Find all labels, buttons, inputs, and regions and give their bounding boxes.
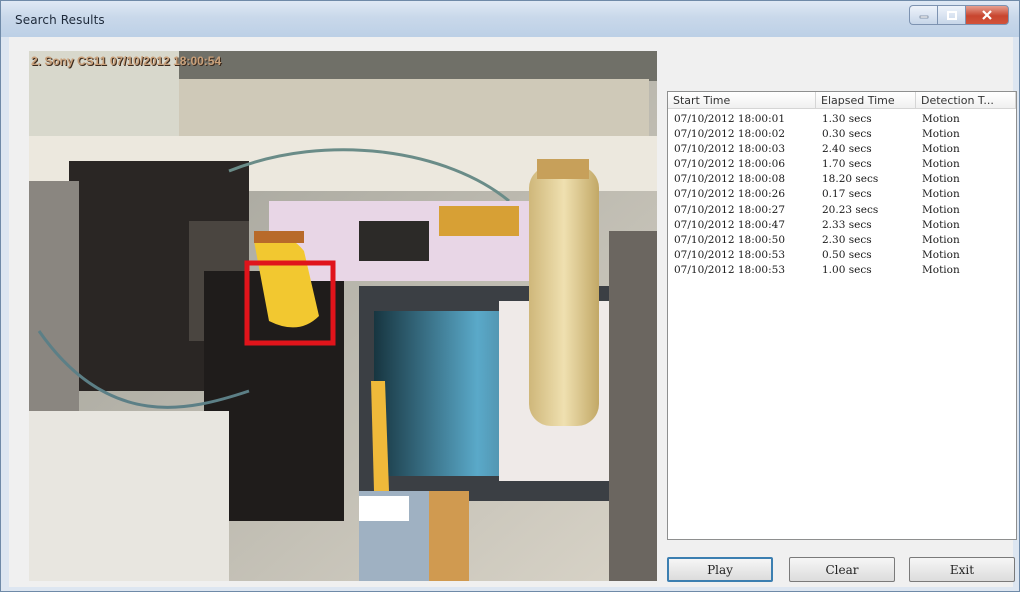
camera-overlay-label: 2. Sony CS11 07/10/2012 18:00:54 <box>31 54 222 68</box>
column-header-detection-type[interactable]: Detection T... <box>916 92 1016 108</box>
exit-button[interactable]: Exit <box>909 557 1015 582</box>
detection-type-cell: Motion <box>922 218 960 231</box>
results-rows: 07/10/2012 18:00:01 1.30 secs Motion 07/10… <box>668 109 1016 279</box>
detection-type-cell: Motion <box>922 188 960 201</box>
list-item[interactable]: 07/10/2012 18:00:03 2.40 secs Motion <box>668 143 1016 158</box>
detection-type-cell: Motion <box>922 143 960 156</box>
list-item[interactable]: 07/10/2012 18:00:26 0.17 secs Motion <box>668 188 1016 203</box>
results-list[interactable]: Start Time Elapsed Time Detection T... 0… <box>667 91 1017 540</box>
list-item[interactable]: 07/10/2012 18:00:53 0.50 secs Motion <box>668 249 1016 264</box>
elapsed-time-cell: 0.30 secs <box>822 128 872 141</box>
start-time-cell: 07/10/2012 18:00:26 <box>674 188 786 201</box>
window-title: Search Results <box>15 13 105 27</box>
start-time-cell: 07/10/2012 18:00:08 <box>674 173 786 186</box>
play-button[interactable]: Play <box>667 557 773 582</box>
detection-type-cell: Motion <box>922 128 960 141</box>
title-bar[interactable]: Search Results <box>1 1 1019 37</box>
column-header-start-time[interactable]: Start Time <box>668 92 816 108</box>
detection-type-cell: Motion <box>922 248 960 261</box>
elapsed-time-cell: 2.30 secs <box>822 233 872 246</box>
maximize-button[interactable] <box>937 5 965 25</box>
maximize-icon <box>946 10 957 20</box>
list-item[interactable]: 07/10/2012 18:00:27 20.23 secs Motion <box>668 204 1016 219</box>
detection-type-cell: Motion <box>922 173 960 186</box>
start-time-cell: 07/10/2012 18:00:50 <box>674 233 786 246</box>
window-controls <box>909 5 1009 25</box>
detection-type-cell: Motion <box>922 113 960 125</box>
camera-frame-image <box>29 51 657 581</box>
start-time-cell: 07/10/2012 18:00:27 <box>674 203 786 216</box>
start-time-cell: 07/10/2012 18:00:02 <box>674 128 786 141</box>
close-icon <box>982 10 992 20</box>
minimize-button[interactable] <box>909 5 937 25</box>
elapsed-time-cell: 2.40 secs <box>822 143 872 156</box>
start-time-cell: 07/10/2012 18:00:06 <box>674 158 786 171</box>
detection-type-cell: Motion <box>922 158 960 171</box>
start-time-cell: 07/10/2012 18:00:53 <box>674 248 786 261</box>
clear-button[interactable]: Clear <box>789 557 895 582</box>
list-item[interactable]: 07/10/2012 18:00:53 1.00 secs Motion <box>668 264 1016 279</box>
video-playback-frame[interactable]: 2. Sony CS11 07/10/2012 18:00:54 <box>29 51 657 581</box>
elapsed-time-cell: 20.23 secs <box>822 203 879 216</box>
elapsed-time-cell: 0.50 secs <box>822 248 872 261</box>
start-time-cell: 07/10/2012 18:00:53 <box>674 263 786 276</box>
elapsed-time-cell: 1.00 secs <box>822 263 872 276</box>
elapsed-time-cell: 0.17 secs <box>822 188 872 201</box>
close-button[interactable] <box>965 5 1009 25</box>
minimize-icon <box>919 15 928 19</box>
start-time-cell: 07/10/2012 18:00:01 <box>674 113 786 125</box>
elapsed-time-cell: 18.20 secs <box>822 173 879 186</box>
column-header-elapsed-time[interactable]: Elapsed Time <box>816 92 916 108</box>
elapsed-time-cell: 1.30 secs <box>822 113 872 125</box>
list-item[interactable]: 07/10/2012 18:00:02 0.30 secs Motion <box>668 128 1016 143</box>
list-item[interactable]: 07/10/2012 18:00:50 2.30 secs Motion <box>668 234 1016 249</box>
detection-type-cell: Motion <box>922 203 960 216</box>
detection-type-cell: Motion <box>922 233 960 246</box>
client-area: 2. Sony CS11 07/10/2012 18:00:54 Start T… <box>9 37 1017 587</box>
elapsed-time-cell: 2.33 secs <box>822 218 872 231</box>
start-time-cell: 07/10/2012 18:00:03 <box>674 143 786 156</box>
list-item[interactable]: 07/10/2012 18:00:06 1.70 secs Motion <box>668 158 1016 173</box>
list-item[interactable]: 07/10/2012 18:00:47 2.33 secs Motion <box>668 219 1016 234</box>
search-results-window: Search Results 2. Sony CS11 07/10/2012 1… <box>0 0 1020 592</box>
start-time-cell: 07/10/2012 18:00:47 <box>674 218 786 231</box>
list-item[interactable]: 07/10/2012 18:00:08 18.20 secs Motion <box>668 173 1016 188</box>
list-item[interactable]: 07/10/2012 18:00:01 1.30 secs Motion <box>668 113 1016 128</box>
detection-type-cell: Motion <box>922 263 960 276</box>
elapsed-time-cell: 1.70 secs <box>822 158 872 171</box>
results-header: Start Time Elapsed Time Detection T... <box>668 92 1016 109</box>
